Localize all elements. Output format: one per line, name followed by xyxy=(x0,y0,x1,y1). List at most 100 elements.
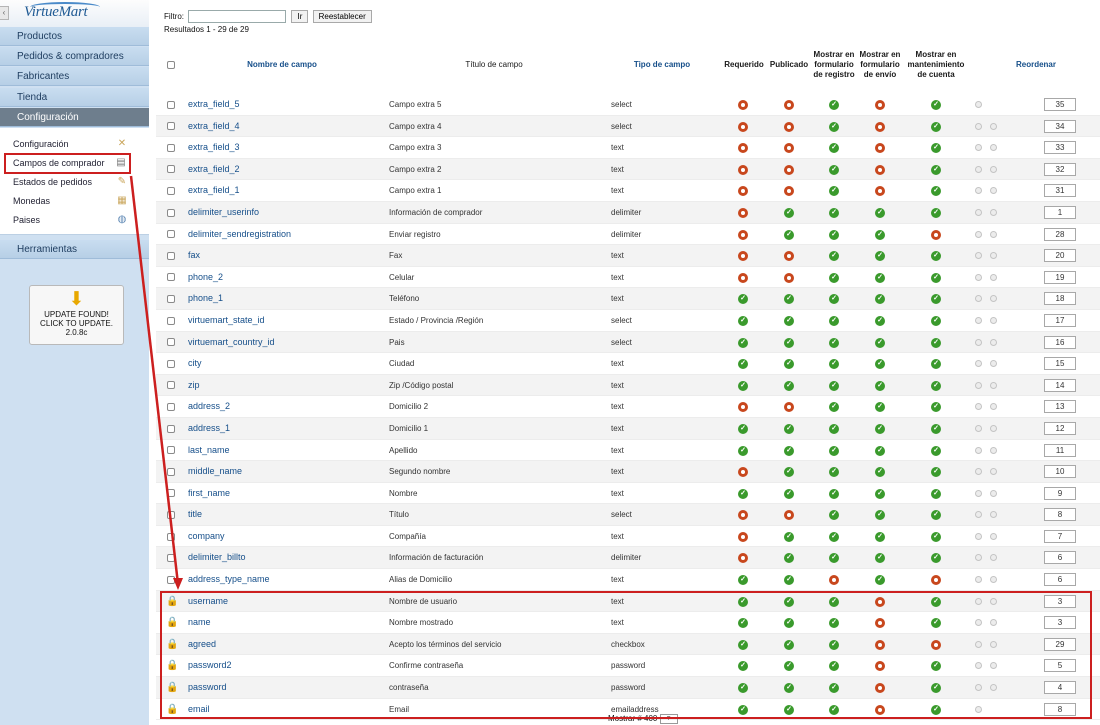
field-name-link[interactable]: virtuemart_country_id xyxy=(188,332,275,353)
account-enabled-icon[interactable]: ✓ xyxy=(931,100,941,110)
shipment-disabled-icon[interactable] xyxy=(875,164,885,175)
field-name-link[interactable]: company xyxy=(188,526,225,547)
field-name-link[interactable]: city xyxy=(188,353,202,374)
registration-enabled-icon[interactable]: ✓ xyxy=(829,531,839,542)
field-name-link[interactable]: delimiter_sendregistration xyxy=(188,224,291,245)
required-disabled-icon[interactable] xyxy=(738,164,748,175)
required-disabled-icon[interactable] xyxy=(738,531,748,542)
required-disabled-icon[interactable] xyxy=(738,510,748,521)
row-checkbox[interactable] xyxy=(167,187,175,195)
shipment-enabled-icon[interactable]: ✓ xyxy=(875,510,885,521)
registration-enabled-icon[interactable]: ✓ xyxy=(829,229,839,240)
required-disabled-icon[interactable] xyxy=(738,272,748,283)
required-disabled-icon[interactable] xyxy=(738,100,748,110)
shipment-enabled-icon[interactable]: ✓ xyxy=(875,251,885,262)
registration-enabled-icon[interactable]: ✓ xyxy=(829,315,839,326)
registration-enabled-icon[interactable]: ✓ xyxy=(829,445,839,456)
published-disabled-icon[interactable] xyxy=(784,164,794,175)
published-disabled-icon[interactable] xyxy=(784,402,794,413)
registration-enabled-icon[interactable]: ✓ xyxy=(829,121,839,132)
registration-enabled-icon[interactable]: ✓ xyxy=(829,294,839,305)
required-disabled-icon[interactable] xyxy=(738,467,748,478)
ordering-input[interactable]: 14 xyxy=(1044,378,1076,392)
field-name-link[interactable]: extra_field_3 xyxy=(188,137,240,158)
row-checkbox[interactable] xyxy=(167,424,175,433)
published-enabled-icon[interactable]: ✓ xyxy=(784,337,794,348)
published-enabled-icon[interactable]: ✓ xyxy=(784,207,794,218)
move-down-icon[interactable] xyxy=(990,576,997,584)
move-up-icon[interactable] xyxy=(975,576,982,584)
published-enabled-icon[interactable]: ✓ xyxy=(784,467,794,478)
shipment-enabled-icon[interactable]: ✓ xyxy=(875,294,885,305)
row-checkbox[interactable] xyxy=(167,316,175,325)
field-name-link[interactable]: address_1 xyxy=(188,418,230,439)
published-enabled-icon[interactable]: ✓ xyxy=(784,294,794,305)
shipment-disabled-icon[interactable] xyxy=(875,186,885,197)
move-down-icon[interactable] xyxy=(990,230,997,238)
row-checkbox[interactable] xyxy=(167,467,175,476)
move-down-icon[interactable] xyxy=(990,511,997,519)
row-checkbox[interactable] xyxy=(167,122,175,131)
row-checkbox[interactable] xyxy=(167,230,175,239)
shipment-enabled-icon[interactable]: ✓ xyxy=(875,445,885,456)
registration-enabled-icon[interactable]: ✓ xyxy=(829,164,839,175)
move-down-icon[interactable] xyxy=(990,446,997,454)
shipment-enabled-icon[interactable]: ✓ xyxy=(875,380,885,391)
row-checkbox[interactable] xyxy=(167,402,175,411)
account-enabled-icon[interactable]: ✓ xyxy=(931,337,941,348)
published-disabled-icon[interactable] xyxy=(784,121,794,132)
ordering-input[interactable]: 18 xyxy=(1044,292,1076,306)
move-up-icon[interactable] xyxy=(975,381,982,389)
submenu-item-configuracion[interactable]: Configuración ✕ xyxy=(6,136,130,153)
move-down-icon[interactable] xyxy=(990,144,997,152)
row-checkbox[interactable] xyxy=(167,251,175,260)
move-down-icon[interactable] xyxy=(990,532,997,540)
required-enabled-icon[interactable]: ✓ xyxy=(738,294,748,305)
field-name-link[interactable]: phone_2 xyxy=(188,267,223,288)
update-notice-button[interactable]: ⬇ UPDATE FOUND! CLICK TO UPDATE. 2.0.8c xyxy=(29,285,124,345)
registration-enabled-icon[interactable]: ✓ xyxy=(829,553,839,564)
account-disabled-icon[interactable] xyxy=(931,229,941,240)
shipment-disabled-icon[interactable] xyxy=(875,100,885,110)
move-up-icon[interactable] xyxy=(975,360,982,368)
field-name-link[interactable]: zip xyxy=(188,375,200,396)
shipment-enabled-icon[interactable]: ✓ xyxy=(875,488,885,499)
shipment-enabled-icon[interactable]: ✓ xyxy=(875,207,885,218)
ordering-input[interactable]: 16 xyxy=(1044,335,1076,349)
row-checkbox[interactable] xyxy=(167,294,175,303)
ordering-input[interactable]: 31 xyxy=(1044,184,1076,198)
field-name-link[interactable]: title xyxy=(188,504,202,525)
row-checkbox[interactable] xyxy=(167,446,175,455)
account-enabled-icon[interactable]: ✓ xyxy=(931,207,941,218)
required-enabled-icon[interactable]: ✓ xyxy=(738,575,748,586)
move-up-icon[interactable] xyxy=(975,101,982,108)
registration-enabled-icon[interactable]: ✓ xyxy=(829,402,839,413)
published-enabled-icon[interactable]: ✓ xyxy=(784,229,794,240)
required-disabled-icon[interactable] xyxy=(738,251,748,262)
account-enabled-icon[interactable]: ✓ xyxy=(931,315,941,326)
required-disabled-icon[interactable] xyxy=(738,402,748,413)
ordering-input[interactable]: 32 xyxy=(1044,162,1076,176)
ordering-input[interactable]: 20 xyxy=(1044,249,1076,263)
move-down-icon[interactable] xyxy=(990,165,997,173)
menu-item-fabricantes[interactable]: Fabricantes xyxy=(0,67,149,86)
ordering-input[interactable]: 11 xyxy=(1044,443,1076,457)
published-enabled-icon[interactable]: ✓ xyxy=(784,315,794,326)
field-name-link[interactable]: first_name xyxy=(188,483,230,504)
row-checkbox[interactable] xyxy=(167,359,175,368)
account-disabled-icon[interactable] xyxy=(931,575,941,586)
registration-enabled-icon[interactable]: ✓ xyxy=(829,423,839,434)
move-up-icon[interactable] xyxy=(975,316,982,324)
ordering-input[interactable]: 6 xyxy=(1044,573,1076,587)
move-down-icon[interactable] xyxy=(990,208,997,216)
field-name-link[interactable]: fax xyxy=(188,245,200,266)
ordering-input[interactable]: 19 xyxy=(1044,270,1076,284)
field-name-link[interactable]: delimiter_billto xyxy=(188,547,246,568)
row-checkbox[interactable] xyxy=(167,143,175,152)
published-enabled-icon[interactable]: ✓ xyxy=(784,531,794,542)
required-disabled-icon[interactable] xyxy=(738,143,748,154)
column-header-reorder[interactable]: Reordenar xyxy=(971,38,1100,92)
ordering-input[interactable]: 1 xyxy=(1044,205,1076,219)
shipment-enabled-icon[interactable]: ✓ xyxy=(875,359,885,370)
required-enabled-icon[interactable]: ✓ xyxy=(738,488,748,499)
